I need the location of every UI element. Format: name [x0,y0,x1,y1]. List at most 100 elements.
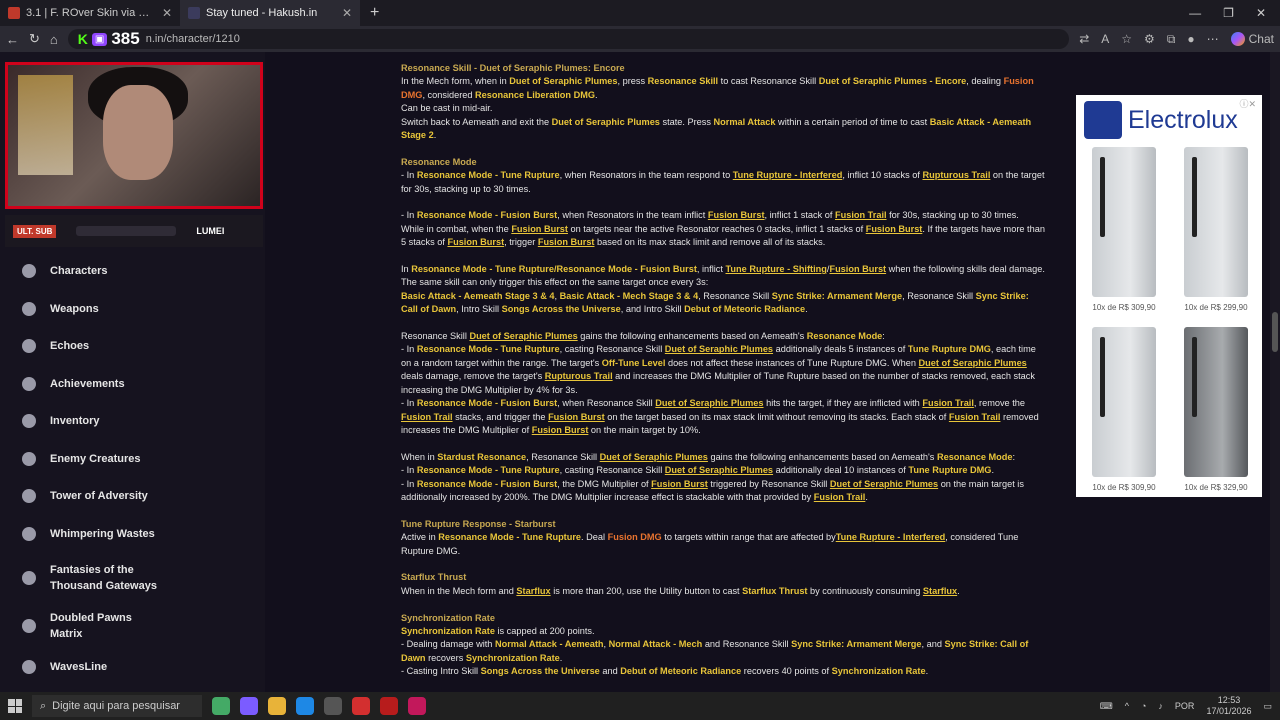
paragraph: In Resonance Mode - Tune Rupture/Resonan… [401,264,1045,315]
fridge-image [1184,327,1248,477]
sidebar-item-echoes[interactable]: Echoes [22,339,89,353]
sidebar-item-tower-of-adversity[interactable]: Tower of Adversity [22,489,148,503]
sidebar-item-wavesline[interactable]: WavesLine [22,660,107,674]
viewer-count: 385 [111,29,140,48]
translate-icon[interactable]: ⇄ [1079,32,1089,46]
ad-price: 10x de R$ 309,90 [1092,303,1156,312]
background-poster [18,75,73,175]
sidebar-item-label: Tower of Adversity [50,490,148,502]
chevron-up-icon[interactable]: ^ [1125,701,1129,711]
profile-avatar[interactable]: ● [1187,32,1194,46]
paragraph: Resonance Skill Duet of Seraphic Plumes … [401,331,1039,435]
sidebar: ULT. SUB LUMEI Characters Weapons Echoes… [0,52,265,692]
tab-label: Stay tuned - Hakush.in [206,7,318,19]
sidebar-item-label: Whimpering Wastes [50,528,155,540]
blurred-name [76,226,177,236]
windows-start-icon[interactable] [8,699,22,713]
advertisement[interactable]: ⓘ✕ Electrolux 10x de R$ 309,90 10x de R$… [1076,95,1262,497]
widgets-icon[interactable] [212,697,230,715]
maximize-icon[interactable]: ❐ [1223,6,1234,20]
tab-reddit[interactable]: 3.1 | F. ROver Skin via Seele : r/Wu ✕ [0,0,180,26]
more-menu-icon[interactable]: ⋯ [1207,32,1219,46]
close-window-icon[interactable]: ✕ [1256,6,1266,20]
tab-label: 3.1 | F. ROver Skin via Seele : r/Wu [26,7,156,19]
volume-icon[interactable]: ♪ [1158,701,1163,711]
stream-overlay-bar: ULT. SUB LUMEI [5,215,263,247]
keyboard-icon[interactable]: ⌨ [1100,701,1113,712]
sidebar-item-label: Echoes [50,340,90,352]
network-icon[interactable]: ◔ [1141,701,1146,711]
wastes-icon [22,527,36,541]
minimize-icon[interactable]: — [1189,6,1201,20]
search-icon: ⌕ [40,699,47,712]
lumei-logo: LUMEI [196,226,225,236]
collections-icon[interactable]: ⧉ [1167,32,1176,47]
gateway-icon [22,571,36,585]
sidebar-item-label: Enemy Creatures [50,453,141,465]
wave-icon [22,660,36,674]
hakushin-favicon-icon [188,7,200,19]
extensions-icon[interactable]: ⚙ [1144,32,1155,46]
notification-icon[interactable]: ▭ [1263,701,1272,712]
trophy-icon [22,377,36,391]
fridge-image [1092,327,1156,477]
url-field[interactable]: K ▣ 385 n.in/character/1210 [67,29,1070,49]
page-scrollbar[interactable] [1270,52,1280,692]
electrolux-logo-icon [1084,101,1122,139]
tower-icon [22,489,36,503]
webcam-overlay [5,62,263,209]
copilot-taskbar-icon[interactable] [240,697,258,715]
time: 12:53 [1217,695,1241,705]
sidebar-item-label: Inventory [50,415,100,427]
tab-hakushin[interactable]: Stay tuned - Hakush.in ✕ [180,0,360,26]
sidebar-item-inventory[interactable]: Inventory [22,414,100,428]
reload-icon[interactable]: ↻ [29,31,40,47]
read-aloud-icon[interactable]: A [1101,32,1109,46]
url-text: n.in/character/1210 [145,33,240,45]
sidebar-item-weapons[interactable]: Weapons [22,302,99,316]
copilot-chat-button[interactable]: Chat [1230,32,1274,46]
window-controls: — ❐ ✕ [1189,6,1280,20]
address-bar: ← ↻ ⌂ K ▣ 385 n.in/character/1210 ⇄ A ☆ … [0,26,1280,52]
bag-icon [22,414,36,428]
taskbar-search[interactable]: ⌕ Digite aqui para pesquisar [32,695,202,717]
language-indicator[interactable]: POR [1175,701,1195,711]
scrollbar-thumb[interactable] [1272,312,1278,352]
paragraph: Tune Rupture Response - Starburst Active … [401,518,1019,556]
close-tab-icon[interactable]: ✕ [342,6,352,20]
taskbar: ⌕ Digite aqui para pesquisar ⌨ ^ ◔ ♪ POR… [0,692,1280,720]
paragraph: Synchronization Rate Synchronization Rate… [401,612,1029,677]
ad-logo: Electrolux [1084,101,1238,139]
media-player-icon[interactable] [352,697,370,715]
sword-icon [22,302,36,316]
sidebar-item-characters[interactable]: Characters [22,264,107,278]
close-tab-icon[interactable]: ✕ [162,6,172,20]
sidebar-item-achievements[interactable]: Achievements [22,377,125,391]
recorder-icon[interactable] [380,697,398,715]
echo-icon [22,339,36,353]
ad-brand: Electrolux [1128,105,1238,134]
paragraph: When in Stardust Resonance, Resonance Sk… [401,451,1024,502]
edge-icon[interactable] [296,697,314,715]
skull-icon [22,452,36,466]
ad-close-icon[interactable]: ⓘ✕ [1239,97,1256,110]
app-icon[interactable] [408,697,426,715]
sidebar-item-enemy-creatures[interactable]: Enemy Creatures [22,452,141,466]
obs-icon[interactable] [324,697,342,715]
date: 17/01/2026 [1206,706,1252,716]
new-tab-icon[interactable]: + [360,4,389,22]
sidebar-item-label: WavesLine [50,661,108,673]
paragraph: Starflux Thrust When in the Mech form and… [401,572,960,596]
copilot-icon [1230,32,1245,46]
favorite-star-icon[interactable]: ☆ [1121,32,1132,46]
paragraph: - In Resonance Mode - Fusion Burst, when… [401,210,1045,248]
page: ULT. SUB LUMEI Characters Weapons Echoes… [0,52,1280,692]
file-explorer-icon[interactable] [268,697,286,715]
home-icon[interactable]: ⌂ [50,32,58,47]
clock[interactable]: 12:53 17/01/2026 [1206,695,1251,717]
sidebar-item-fantasies[interactable]: Fantasies of the Thousand Gateways [22,562,162,594]
sidebar-item-whimpering-wastes[interactable]: Whimpering Wastes [22,527,155,541]
sidebar-item-doubled-pawns[interactable]: Doubled Pawns Matrix [22,610,142,642]
sidebar-item-label: Weapons [50,303,99,315]
back-icon[interactable]: ← [6,32,19,47]
